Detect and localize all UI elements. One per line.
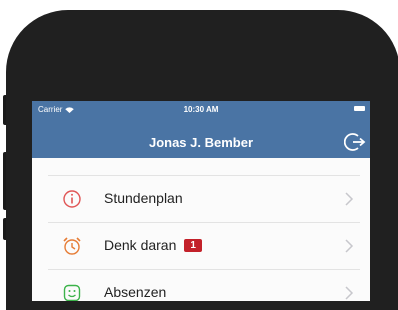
menu-item-label: Stundenplan — [104, 190, 183, 206]
menu-item-denk-daran[interactable]: Denk daran 1 — [48, 222, 360, 269]
notification-badge: 1 — [184, 239, 202, 252]
smiley-icon — [63, 284, 81, 301]
status-time: 10:30 AM — [183, 105, 219, 114]
menu-list: Stundenplan Denk daran 1 Absenzen — [48, 175, 360, 301]
app-header: Carrier 10:30 AM Jonas J. Bember — [32, 101, 370, 158]
menu-item-absenzen[interactable]: Absenzen — [48, 269, 360, 301]
phone-screen: Carrier 10:30 AM Jonas J. Bember Stunden… — [32, 101, 370, 301]
logout-icon[interactable] — [344, 131, 366, 153]
menu-item-stundenplan[interactable]: Stundenplan — [48, 175, 360, 222]
battery-icon — [354, 106, 365, 111]
chevron-right-icon — [345, 239, 354, 253]
chevron-right-icon — [345, 192, 354, 206]
menu-item-text: Denk daran — [104, 237, 177, 253]
menu-item-label: Denk daran 1 — [104, 237, 202, 253]
status-bar: Carrier 10:30 AM — [32, 101, 370, 117]
info-circle-icon — [63, 190, 81, 208]
menu-item-label: Absenzen — [104, 284, 167, 300]
alarm-clock-icon — [63, 237, 81, 255]
chevron-right-icon — [345, 286, 354, 300]
page-title: Jonas J. Bember — [148, 135, 254, 150]
